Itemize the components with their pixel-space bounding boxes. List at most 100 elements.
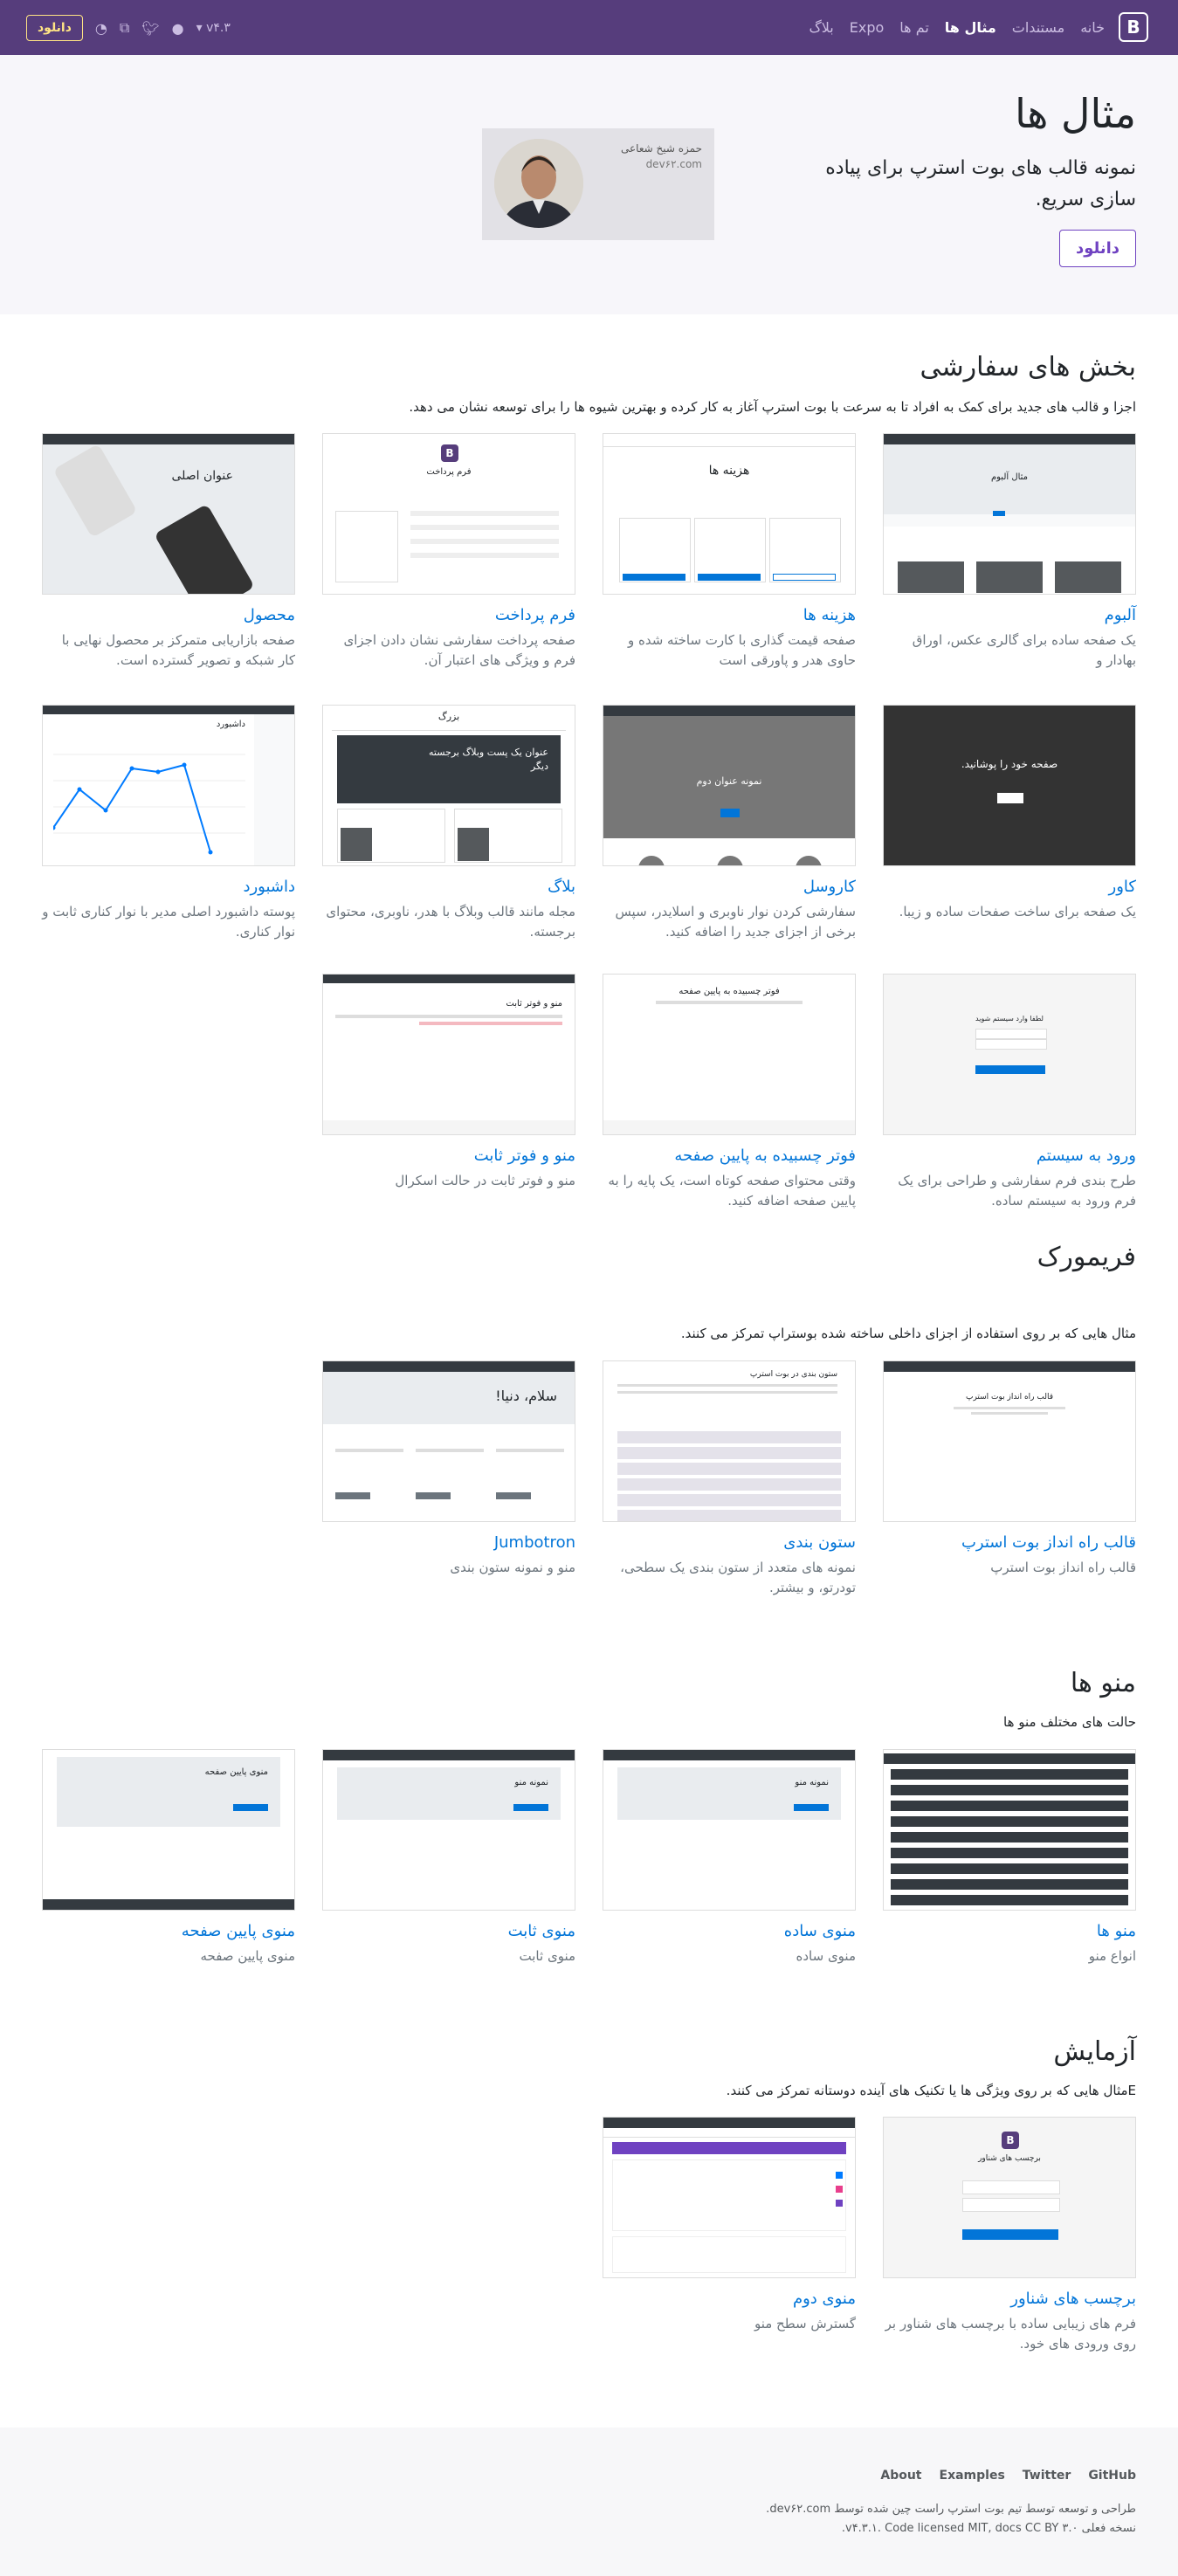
thumbnail-pricing[interactable]: هزینه ها <box>603 433 856 595</box>
thumb-product-heading: عنوان اصلی <box>171 469 233 483</box>
thumb-sticky-heading: فوتر چسبیده به پایین صفحه <box>679 987 780 996</box>
twitter-icon[interactable]: 🐦︎ <box>141 20 159 37</box>
card-desc: منوی ثابت <box>519 1948 575 1964</box>
thumb-pricing-heading: هزینه ها <box>708 464 750 478</box>
card-desc: منو و فوتر ثابت در حالت اسکرال <box>395 1173 575 1188</box>
thumbnail-checkout[interactable]: B فرم پرداخت <box>322 433 575 595</box>
section-title-navbars: منو ها <box>1070 1668 1136 1698</box>
thumbnail-product[interactable]: عنوان اصلی <box>42 433 295 595</box>
card-desc: صفحه پرداخت سفارشی نشان دادن اجزای فرم و… <box>343 632 575 668</box>
bootstrap-logo[interactable]: B <box>1119 12 1148 42</box>
thumb-jumbo-heading: سلام، دنیا! <box>495 1388 557 1404</box>
card-desc: فرم های زیبایی ساده با برچسب های شناور ب… <box>885 2316 1136 2352</box>
card-title[interactable]: منوی ساده <box>784 1922 856 1940</box>
thumb-blog-heading: عنوان یک پست وبلاگ برجسته دیگر <box>428 747 548 772</box>
card-title[interactable]: آلبوم <box>1105 606 1136 624</box>
card-title[interactable]: محصول <box>244 606 295 624</box>
card-desc: گسترش سطح منو <box>754 2316 856 2331</box>
section-desc-custom: اجزا و قالب های جدید برای کمک به افراد ت… <box>409 399 1136 415</box>
thumb-album-heading: مثال آلبوم <box>990 472 1029 482</box>
section-title-framework: فریمورک <box>1037 1242 1136 1272</box>
avatar <box>494 139 583 228</box>
footer: GitHub Twitter Examples About طراحی و تو… <box>0 2428 1178 2576</box>
thumbnail-navbar-bottom[interactable]: منوی پایین صفحه <box>42 1749 295 1911</box>
footer-line-1: طراحی و توسعه توسط تیم بوت استرپ راست چی… <box>766 2503 1136 2516</box>
thumbnail-offcanvas[interactable] <box>603 2117 856 2278</box>
thumbnail-navbars[interactable] <box>883 1749 1136 1911</box>
thumbnail-navbar-static[interactable]: نمونه منو <box>603 1749 856 1911</box>
thumb-floating-heading: برچسب های شناور <box>978 2154 1041 2163</box>
card-title[interactable]: منوی ثابت <box>508 1922 575 1940</box>
card-title[interactable]: منوی دوم <box>793 2290 856 2308</box>
footer-link-github[interactable]: GitHub <box>1088 2469 1136 2483</box>
nav-link-blog[interactable]: بلاگ <box>809 19 833 36</box>
thumbnail-carousel[interactable]: نمونه عنوان دوم <box>603 705 856 866</box>
card-title[interactable]: منوی پایین صفحه <box>182 1922 295 1940</box>
footer-link-twitter[interactable]: Twitter <box>1023 2469 1071 2483</box>
nav-link-expo[interactable]: Expo <box>850 19 885 36</box>
thumbnail-navbar-fixed[interactable]: نمونه منو <box>322 1749 575 1911</box>
footer-line-2: نسخه فعلی v۴.۳.۱. Code licensed MIT, doc… <box>841 2522 1136 2535</box>
opencollective-icon[interactable]: ◔ <box>95 20 107 37</box>
card-title[interactable]: منو ها <box>1097 1922 1136 1940</box>
card-title[interactable]: هزینه ها <box>803 606 856 624</box>
github-icon[interactable]: ● <box>172 20 184 37</box>
thumbnail-grid[interactable]: ستون بندی در بوت استرپ <box>603 1360 856 1522</box>
thumbnail-starter[interactable]: قالب راه انداز بوت استرپ <box>883 1360 1136 1522</box>
hero-download-button[interactable]: دانلود <box>1058 230 1136 267</box>
thumbnail-blog[interactable]: بزرگ عنوان یک پست وبلاگ برجسته دیگر <box>322 705 575 866</box>
card-title[interactable]: ورود به سیستم <box>1037 1147 1136 1165</box>
thumb-dashboard-heading: داشبورد <box>216 720 245 729</box>
nav-right: دانلود ◔ ⧉ 🐦︎ ● ▾ v۴.۳ <box>26 12 231 44</box>
card-desc: وقتی محتوای صفحه کوتاه است، یک پایه را ب… <box>608 1173 856 1209</box>
card-title[interactable]: فرم پرداخت <box>495 606 575 624</box>
thumbnail-sticky-footer[interactable]: فوتر چسبیده به پایین صفحه <box>603 974 856 1135</box>
thumbnail-cover[interactable]: صفحه خود را پوشانید. <box>883 705 1136 866</box>
nav-link-examples[interactable]: مثال ها <box>945 19 996 36</box>
ad-box[interactable]: حمزه شیخ شعاعی dev۶۲.com <box>482 128 714 240</box>
card-title[interactable]: Jumbotron <box>494 1533 575 1552</box>
card-desc: قالب راه انداز بوت استرپ <box>990 1560 1136 1575</box>
card-title[interactable]: بلاگ <box>548 878 575 896</box>
card-title[interactable]: فوتر چسبیده به پایین صفحه <box>674 1147 856 1165</box>
section-desc-experiments: Eمثال هایی که بر روی ویژگی ها یا تکنیک ه… <box>726 2083 1136 2098</box>
version-dropdown[interactable]: ▾ v۴.۳ <box>196 21 231 35</box>
footer-link-examples[interactable]: Examples <box>940 2469 1005 2483</box>
card-desc: صفحه بازاریابی متمرکز بر محصول نهایی با … <box>61 632 295 668</box>
thumbnail-floating-labels[interactable]: B برچسب های شناور <box>883 2117 1136 2278</box>
section-desc-navbars: حالت های مختلف منو ها <box>1003 1714 1136 1730</box>
thumbnail-sticky-navbar[interactable]: منو و فوتر ثابت <box>322 974 575 1135</box>
slack-icon[interactable]: ⧉ <box>120 19 129 37</box>
thumb-cover-heading: صفحه خود را پوشانید. <box>961 758 1058 770</box>
card-title[interactable]: کاور <box>1109 878 1136 896</box>
top-navbar: B خانه مستندات مثال ها تم ها Expo بلاگ د… <box>0 0 1178 55</box>
nav-link-themes[interactable]: تم ها <box>899 19 929 36</box>
card-title[interactable]: برچسب های شناور <box>1010 2290 1136 2308</box>
thumbnail-album[interactable]: مثال آلبوم <box>883 433 1136 595</box>
thumbnail-signin[interactable]: لطفا وارد سیستم شوید <box>883 974 1136 1135</box>
card-desc: انواع منو <box>1088 1948 1136 1964</box>
nav-link-docs[interactable]: مستندات <box>1012 19 1064 36</box>
card-desc: سفارشی کردن نوار ناوبری و اسلایدر، سپس ب… <box>615 904 856 940</box>
card-title[interactable]: ستون بندی <box>783 1533 856 1552</box>
thumb-signin-heading: لطفا وارد سیستم شوید <box>975 1015 1044 1023</box>
card-desc: منوی ساده <box>796 1948 857 1964</box>
card-desc: یک صفحه ساده برای گالری عکس، اوراق بهادا… <box>912 632 1136 668</box>
dashboard-line-chart <box>53 754 245 855</box>
thumb-grid-heading: ستون بندی در بوت استرپ <box>749 1370 837 1379</box>
version-label: v۴.۳ <box>206 21 231 35</box>
footer-link-about[interactable]: About <box>880 2469 921 2483</box>
card-desc: نمونه های متعدد از ستون بندی یک سطحی، تو… <box>620 1560 856 1595</box>
thumbnail-jumbotron[interactable]: سلام، دنیا! <box>322 1360 575 1522</box>
thumbnail-dashboard[interactable]: داشبورد <box>42 705 295 866</box>
nav-link-home[interactable]: خانه <box>1080 19 1105 36</box>
thumb-navbar-fixed-heading: نمونه منو <box>514 1778 548 1787</box>
download-button[interactable]: دانلود <box>26 15 83 41</box>
card-title[interactable]: داشبورد <box>243 878 295 896</box>
page-title: مثال ها <box>1015 90 1136 137</box>
thumb-bottom-heading: منوی پایین صفحه <box>204 1767 268 1777</box>
footer-text: طراحی و توسعه توسط تیم بوت استرپ راست چی… <box>766 2500 1136 2538</box>
card-title[interactable]: قالب راه انداز بوت استرپ <box>961 1533 1136 1552</box>
card-title[interactable]: منو و فوتر ثابت <box>474 1147 575 1165</box>
card-title[interactable]: کاروسل <box>803 878 856 896</box>
